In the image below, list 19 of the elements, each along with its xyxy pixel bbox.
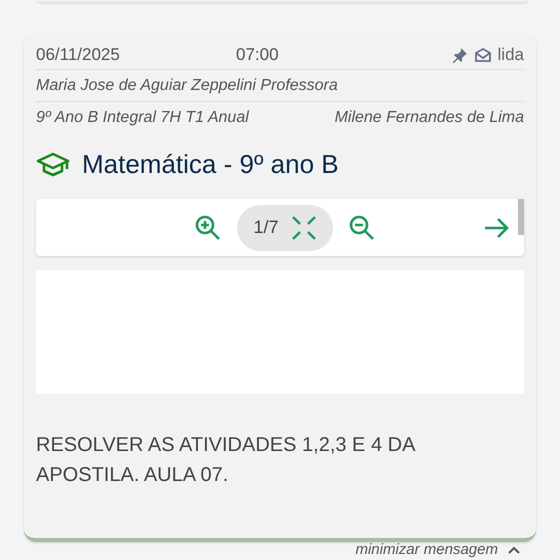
fullscreen-icon[interactable] [290, 214, 317, 240]
message-time: 07:00 [236, 44, 280, 66]
minimize-link[interactable]: minimizar mensagem [355, 541, 498, 559]
read-status: lida [498, 44, 524, 66]
message-date: 06/11/2025 [36, 44, 121, 66]
page-count: 1/7 [253, 216, 279, 239]
zoom-out-icon[interactable] [348, 214, 375, 240]
author-name: Maria Jose de Aguiar Zeppelini Professora [36, 76, 338, 96]
scrollbar[interactable] [518, 199, 524, 235]
pin-icon[interactable] [452, 46, 468, 62]
graduation-cap-icon [36, 151, 70, 177]
message-title: Matemática - 9º ano B [82, 148, 339, 180]
next-arrow-icon[interactable] [484, 216, 510, 240]
class-name: 9º Ano B Integral 7H T1 Anual [36, 108, 249, 128]
zoom-in-icon[interactable] [195, 214, 222, 240]
envelope-icon [474, 46, 492, 62]
recipient-name: Milene Fernandes de Lima [334, 108, 524, 128]
caret-up-icon[interactable] [508, 546, 520, 554]
message-body: RESOLVER AS ATIVIDADES 1,2,3 E 4 DA APOSTILA. AULA 07. [36, 433, 416, 488]
